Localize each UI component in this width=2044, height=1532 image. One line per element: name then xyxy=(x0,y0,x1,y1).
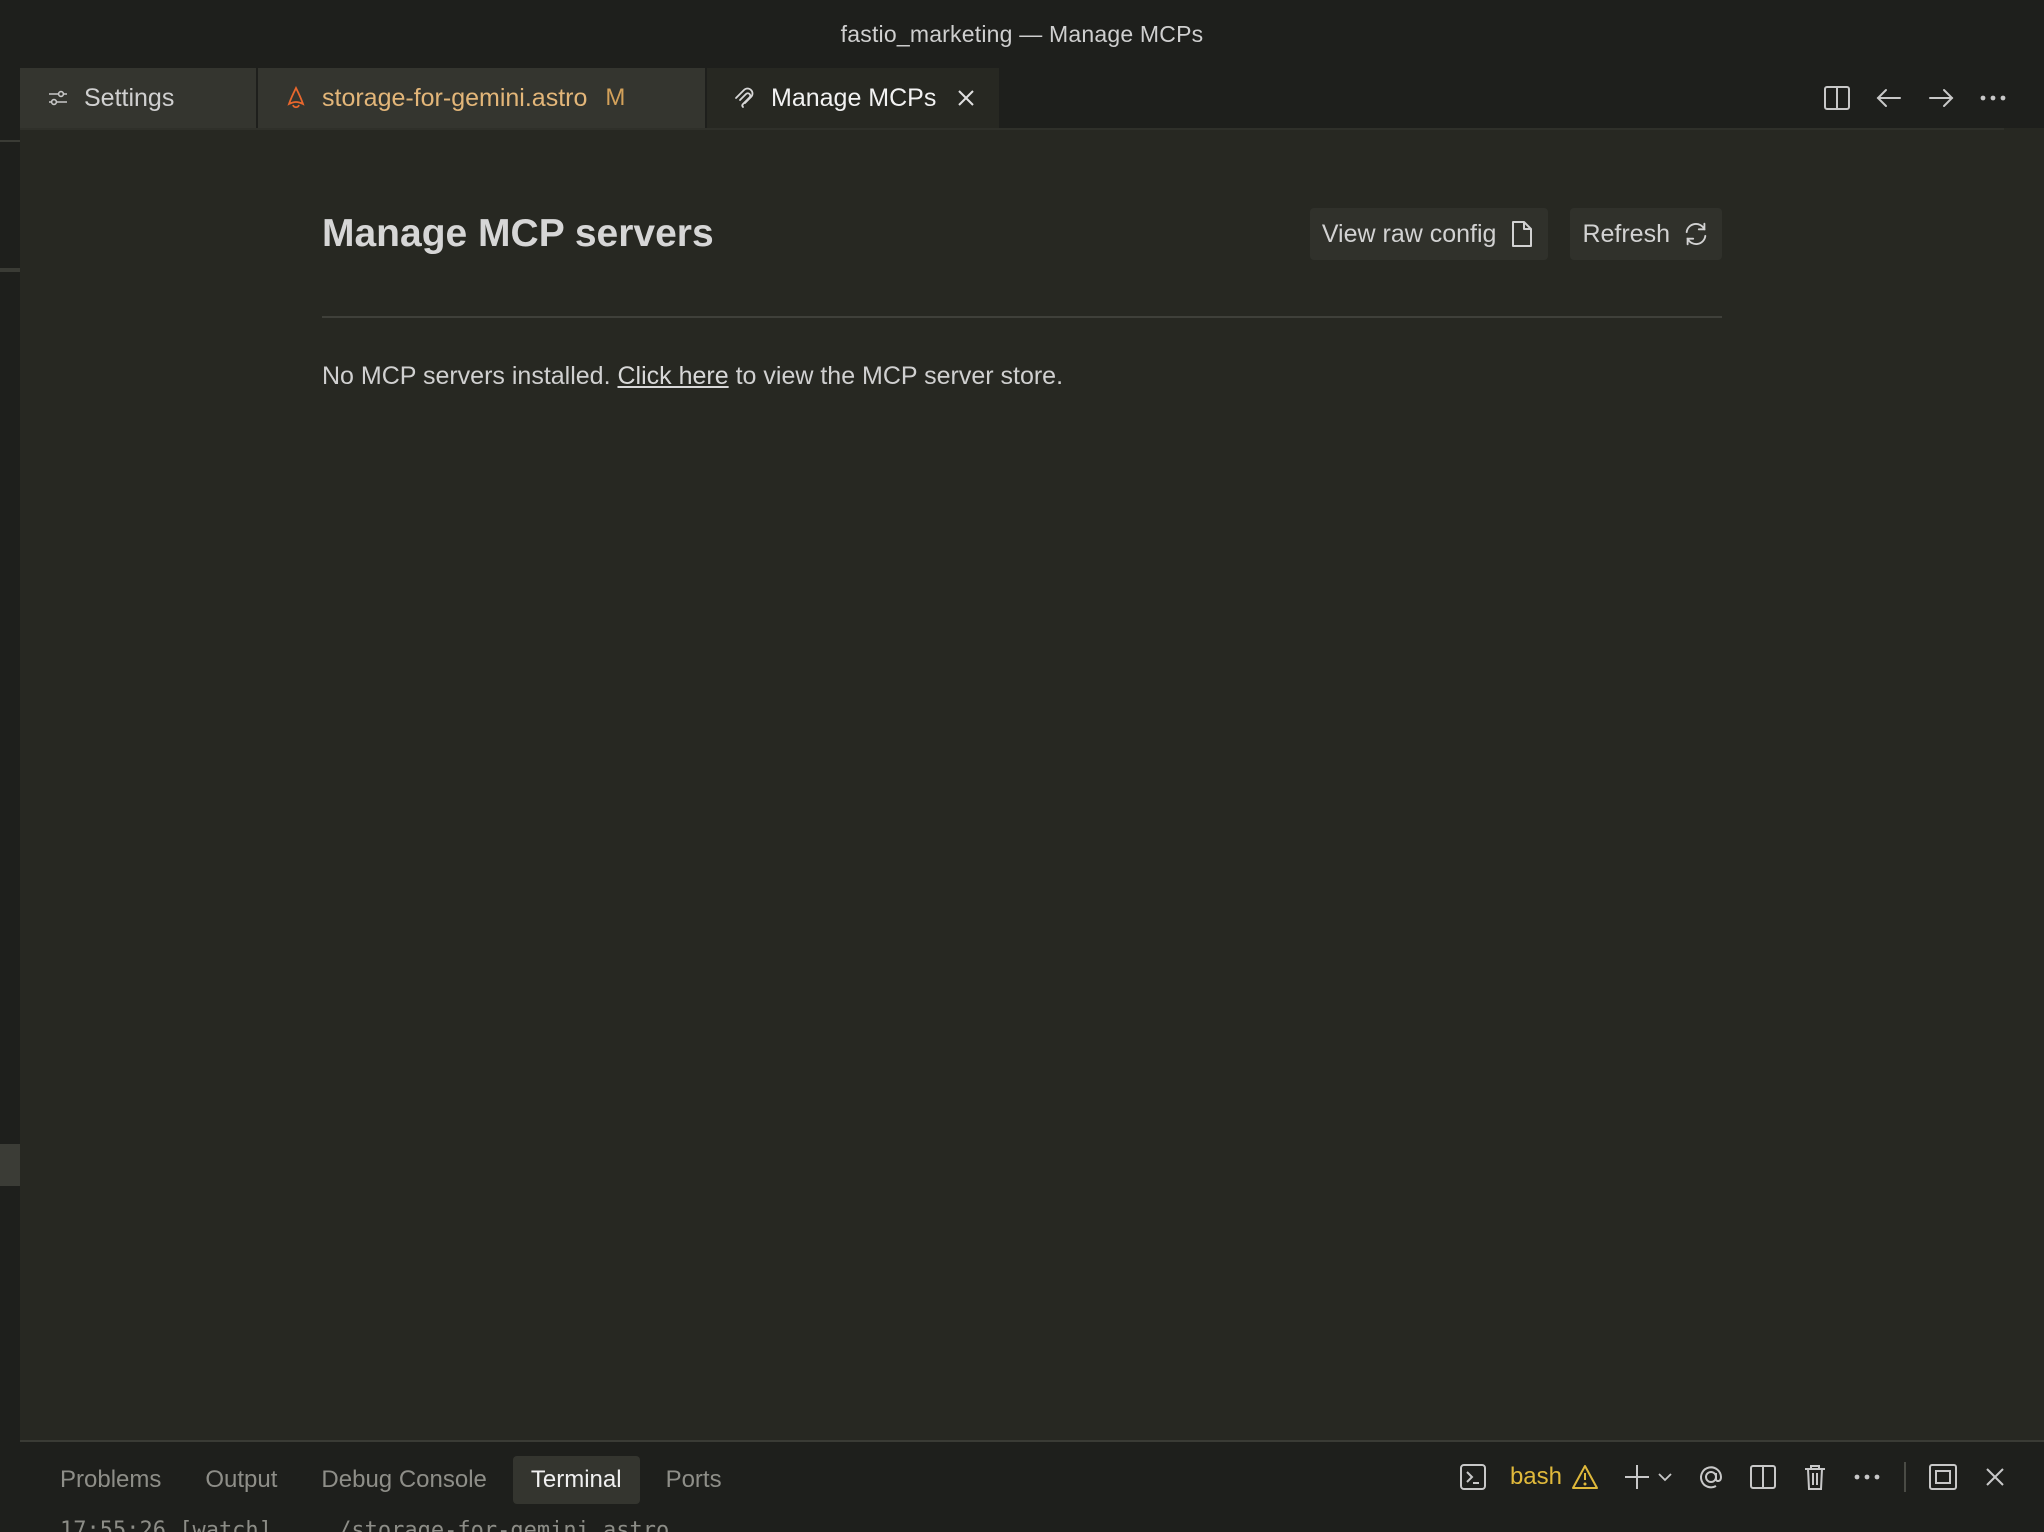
bottom-panel: Problems Output Debug Console Terminal P… xyxy=(20,1440,2044,1532)
trash-icon[interactable] xyxy=(1800,1462,1830,1492)
empty-state-message: No MCP servers installed. Click here to … xyxy=(322,362,1722,391)
warning-icon[interactable] xyxy=(1570,1462,1600,1492)
toolbar-separator xyxy=(1904,1462,1906,1492)
activity-bar-edge xyxy=(0,68,20,1532)
terminal-shell-name[interactable]: bash xyxy=(1510,1463,1562,1491)
activity-bar-marker[interactable] xyxy=(0,1144,20,1186)
terminal-output-line: 17:55:26 [watch] ... /storage-for-gemini… xyxy=(60,1518,670,1532)
at-mention-icon[interactable] xyxy=(1696,1462,1726,1492)
more-actions-icon[interactable] xyxy=(1978,83,2008,113)
panel-tab-problems[interactable]: Problems xyxy=(42,1456,179,1504)
tab-settings[interactable]: Settings xyxy=(20,68,258,128)
file-icon xyxy=(1508,220,1536,248)
editor-tab-bar: Settings storage-for-gemini.astro M Mana… xyxy=(20,68,2044,128)
page-title: Manage MCP servers xyxy=(322,212,714,255)
panel-tab-output[interactable]: Output xyxy=(187,1456,295,1504)
panel-tab-debug-console[interactable]: Debug Console xyxy=(303,1456,504,1504)
panel-tab-ports[interactable]: Ports xyxy=(648,1456,740,1504)
arrow-right-icon[interactable] xyxy=(1926,83,1956,113)
close-icon[interactable] xyxy=(956,85,976,111)
mcp-icon xyxy=(733,86,757,110)
astro-icon xyxy=(284,86,308,110)
app-window: fastio_marketing — Manage MCPs Settings … xyxy=(0,0,2044,1532)
empty-state-suffix: to view the MCP server store. xyxy=(735,362,1064,390)
activity-bar-marker xyxy=(0,268,20,272)
maximize-panel-icon[interactable] xyxy=(1928,1462,1958,1492)
chevron-down-icon[interactable] xyxy=(1656,1462,1674,1492)
panel-actions: bash xyxy=(1458,1462,2010,1492)
tab-label: Manage MCPs xyxy=(771,83,937,112)
more-actions-icon[interactable] xyxy=(1852,1462,1882,1492)
editor-actions xyxy=(1822,68,2044,128)
activity-bar-marker xyxy=(0,140,20,142)
tab-manage-mcps[interactable]: Manage MCPs xyxy=(707,68,1001,128)
panel-tab-terminal[interactable]: Terminal xyxy=(512,1456,640,1504)
server-store-link[interactable]: Click here xyxy=(617,362,728,390)
settings-sliders-icon xyxy=(46,86,70,110)
refresh-icon xyxy=(1682,220,1710,248)
editor-top-border xyxy=(20,128,2024,130)
new-terminal-plus-icon[interactable] xyxy=(1622,1462,1652,1492)
header-divider xyxy=(322,316,1722,318)
content-header: Manage MCP servers View raw config Refre… xyxy=(322,198,1722,270)
arrow-left-icon[interactable] xyxy=(1874,83,1904,113)
header-buttons: View raw config Refresh xyxy=(1309,208,1722,260)
view-raw-config-label: View raw config xyxy=(1321,219,1497,248)
split-terminal-icon[interactable] xyxy=(1748,1462,1778,1492)
editor-scrollbar[interactable] xyxy=(2004,128,2024,1440)
window-title: fastio_marketing — Manage MCPs xyxy=(840,20,1204,47)
title-bar: fastio_marketing — Manage MCPs xyxy=(0,0,2044,68)
close-panel-icon[interactable] xyxy=(1980,1462,2010,1492)
refresh-button[interactable]: Refresh xyxy=(1570,208,1722,260)
refresh-label: Refresh xyxy=(1582,219,1670,248)
split-editor-icon[interactable] xyxy=(1822,83,1852,113)
modified-badge: M xyxy=(605,84,626,111)
tab-storage-for-gemini[interactable]: storage-for-gemini.astro M xyxy=(258,68,707,128)
mcp-manager-view: Manage MCP servers View raw config Refre… xyxy=(20,128,2024,1440)
empty-state-prefix: No MCP servers installed. xyxy=(322,362,611,390)
terminal-icon[interactable] xyxy=(1458,1462,1488,1492)
view-raw-config-button[interactable]: View raw config xyxy=(1309,208,1549,260)
mcp-content: Manage MCP servers View raw config Refre… xyxy=(322,198,1722,391)
tab-label: Settings xyxy=(84,83,175,112)
tab-label: storage-for-gemini.astro xyxy=(322,83,588,112)
panel-tabs: Problems Output Debug Console Terminal P… xyxy=(42,1456,740,1504)
